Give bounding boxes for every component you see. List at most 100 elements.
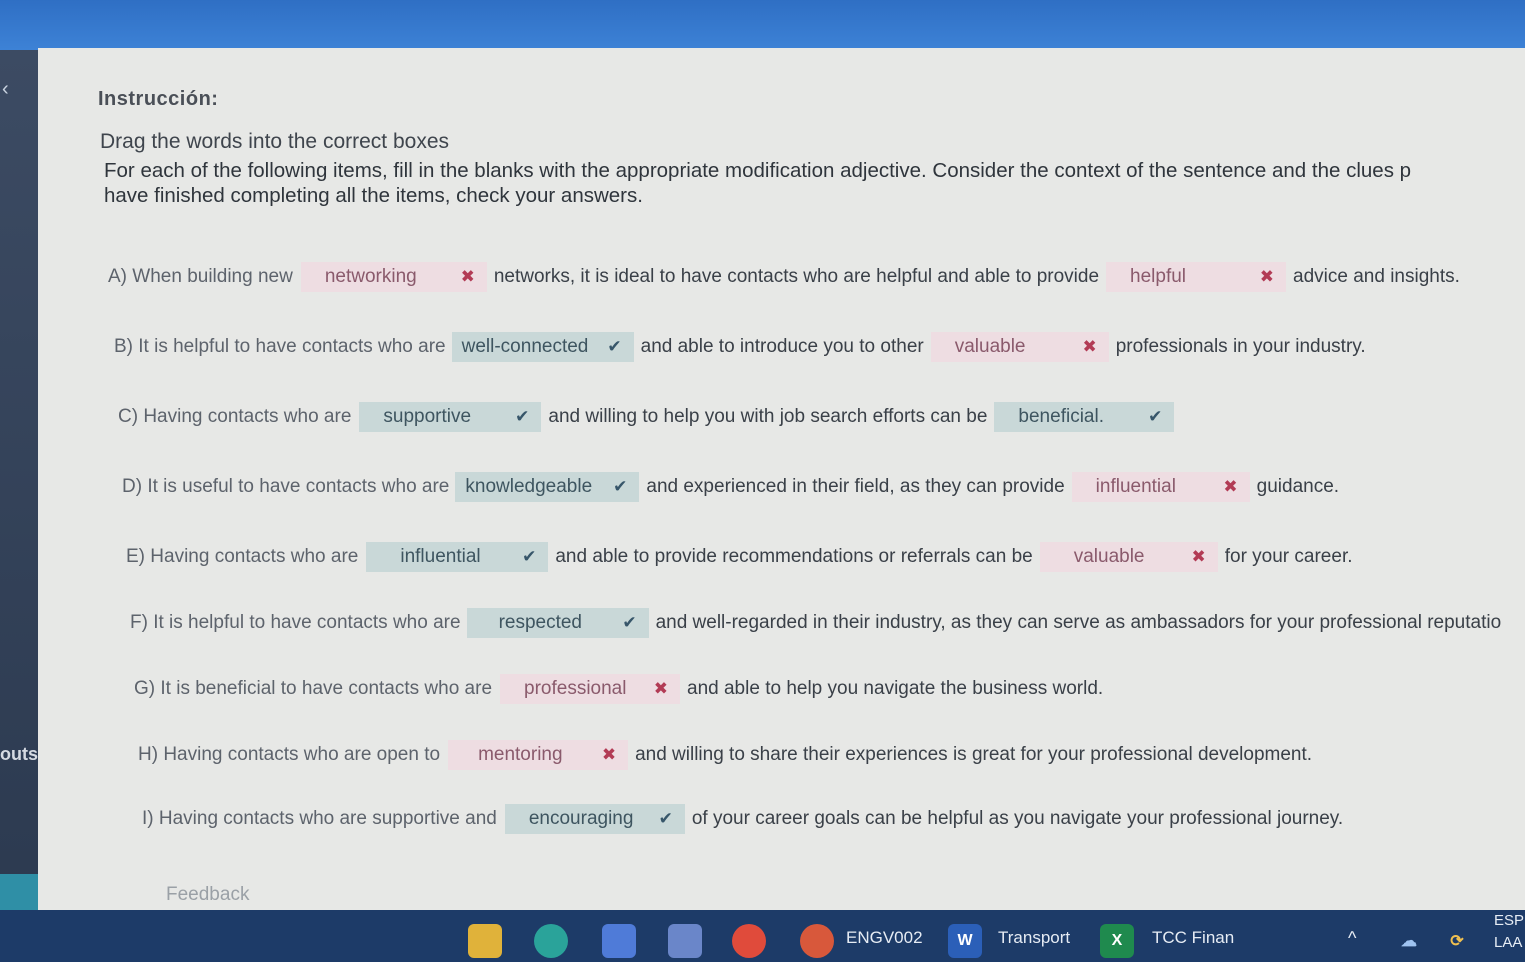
taskbar-app-engv002[interactable]: ENGV002 (846, 928, 923, 948)
item-tail-text: advice and insights. (1293, 266, 1460, 287)
word-icon[interactable]: W (948, 924, 982, 958)
sync-icon[interactable]: ⟳ (1440, 924, 1474, 958)
checkmark-icon: ✔ (1148, 407, 1163, 426)
drop-box-item-h-1[interactable]: mentoring ✖ (448, 740, 629, 770)
answer-word[interactable]: helpful (1130, 266, 1186, 288)
x-mark-icon: ✖ (1259, 267, 1275, 286)
item-e: E) Having contacts who are influential ✔… (126, 542, 1360, 572)
item-mid-text: and able to introduce you to other (640, 336, 924, 357)
x-mark-icon: ✖ (1082, 337, 1097, 356)
item-lead-text: A) When building new (108, 266, 293, 287)
keyboard-layout[interactable]: LAA (1494, 934, 1522, 951)
taskbar-app-tcc-finan[interactable]: TCC Finan (1152, 928, 1234, 948)
item-f: F) It is helpful to have contacts who ar… (130, 608, 1508, 638)
drop-box-item-b-1[interactable]: well-connected ✔ (451, 332, 634, 362)
item-b: B) It is helpful to have contacts who ar… (114, 332, 1373, 362)
answer-word[interactable]: influential (400, 546, 480, 568)
drop-box-item-e-1[interactable]: influential ✔ (366, 542, 549, 572)
sidebar-outs-label: outs (0, 744, 38, 764)
drop-box-item-a-2[interactable]: helpful ✖ (1106, 262, 1287, 292)
answer-word[interactable]: beneficial. (1018, 406, 1104, 428)
answer-word[interactable]: well-connected (462, 336, 589, 358)
answer-word[interactable]: mentoring (478, 744, 563, 766)
drop-box-item-b-2[interactable]: valuable ✖ (930, 332, 1109, 362)
answer-word[interactable]: valuable (1074, 546, 1145, 568)
x-mark-icon: ✖ (601, 745, 617, 764)
edge-browser-icon[interactable] (534, 924, 568, 958)
item-d: D) It is useful to have contacts who are… (122, 472, 1346, 502)
teams-icon[interactable] (602, 924, 636, 958)
item-c: C) Having contacts who are supportive ✔ … (118, 402, 1175, 432)
item-mid-text: and willing to share their experiences i… (635, 744, 1313, 765)
item-lead-text: C) Having contacts who are (118, 406, 352, 427)
answer-word[interactable]: networking (325, 266, 417, 288)
checkmark-icon: ✔ (658, 809, 673, 828)
item-mid-text: and well-regarded in their industry, as … (655, 612, 1502, 633)
checkmark-icon: ✔ (622, 613, 637, 632)
drop-box-item-f-1[interactable]: respected ✔ (466, 608, 649, 638)
drop-box-item-d-1[interactable]: knowledgeable ✔ (455, 472, 640, 502)
item-lead-text: D) It is useful to have contacts who are (122, 476, 450, 497)
item-tail-text: professionals in your industry. (1115, 336, 1366, 357)
checkmark-icon: ✔ (522, 547, 537, 566)
item-mid-text: and able to provide recommendations or r… (555, 546, 1033, 567)
item-a: A) When building new networking ✖ networ… (108, 262, 1467, 292)
x-mark-icon: ✖ (653, 679, 669, 698)
instruction-heading: Instrucción: (98, 88, 219, 110)
file-explorer-icon[interactable] (468, 924, 502, 958)
item-lead-text: H) Having contacts who are open to (138, 744, 441, 765)
back-arrow-icon[interactable]: ‹ (2, 78, 9, 101)
chrome-profile-icon[interactable] (800, 924, 834, 958)
item-mid-text: and able to help you navigate the busine… (687, 678, 1104, 699)
feedback-label: Feedback (166, 884, 250, 905)
item-tail-text: for your career. (1224, 546, 1353, 567)
drop-box-item-i-1[interactable]: encouraging ✔ (504, 804, 685, 834)
language-code[interactable]: ESP (1494, 912, 1524, 929)
item-g: G) It is beneficial to have contacts who… (134, 674, 1110, 704)
item-mid-text: and experienced in their field, as they … (646, 476, 1065, 497)
answer-word[interactable]: valuable (955, 336, 1026, 358)
item-mid-text: of your career goals can be helpful as y… (691, 808, 1344, 829)
onedrive-icon[interactable]: ☁ (1392, 924, 1426, 958)
x-mark-icon: ✖ (460, 267, 475, 286)
taskbar-app-transport[interactable]: Transport (998, 928, 1070, 948)
chrome-icon[interactable] (732, 924, 766, 958)
drop-box-item-a-1[interactable]: networking ✖ (300, 262, 487, 292)
browser-top-bar (0, 0, 1525, 50)
answer-word[interactable]: influential (1096, 476, 1176, 498)
drop-box-item-e-2[interactable]: valuable ✖ (1039, 542, 1218, 572)
answer-word[interactable]: supportive (383, 406, 471, 428)
x-mark-icon: ✖ (1191, 547, 1206, 566)
answer-word[interactable]: professional (524, 678, 626, 700)
item-lead-text: I) Having contacts who are supportive an… (142, 808, 497, 829)
drop-box-item-c-2[interactable]: beneficial. ✔ (994, 402, 1175, 432)
checkmark-icon: ✔ (607, 337, 622, 356)
item-lead-text: G) It is beneficial to have contacts who… (134, 678, 493, 699)
item-tail-text: guidance. (1256, 476, 1340, 497)
answer-word[interactable]: knowledgeable (465, 476, 592, 498)
item-mid-text: and willing to help you with job search … (548, 406, 988, 427)
excel-icon[interactable]: X (1100, 924, 1134, 958)
item-lead-text: F) It is helpful to have contacts who ar… (130, 612, 461, 633)
drop-box-item-d-2[interactable]: influential ✖ (1071, 472, 1250, 502)
drop-box-item-g-1[interactable]: professional ✖ (500, 674, 681, 704)
answer-word[interactable]: respected (499, 612, 582, 634)
item-lead-text: E) Having contacts who are (126, 546, 359, 567)
checkmark-icon: ✔ (613, 477, 628, 496)
photos-icon[interactable] (668, 924, 702, 958)
x-mark-icon: ✖ (1223, 477, 1238, 496)
checkmark-icon: ✔ (515, 407, 530, 426)
item-lead-text: B) It is helpful to have contacts who ar… (114, 336, 446, 357)
chevron-up-icon[interactable]: ^ (1348, 928, 1356, 949)
drop-box-item-c-1[interactable]: supportive ✔ (359, 402, 542, 432)
instruction-line-2: have finished completing all the items, … (104, 184, 643, 207)
instruction-paragraph: For each of the following items, fill in… (104, 158, 1525, 208)
activity-panel: Instrucción: Drag the words into the cor… (38, 48, 1525, 928)
item-i: I) Having contacts who are supportive an… (142, 804, 1350, 834)
answer-word[interactable]: encouraging (529, 808, 634, 830)
item-h: H) Having contacts who are open to mento… (138, 740, 1319, 770)
instruction-subtitle: Drag the words into the correct boxes (100, 130, 450, 153)
item-mid-text: networks, it is ideal to have contacts w… (493, 266, 1100, 287)
windows-taskbar: ENGV002 W Transport X TCC Finan ^ ☁ ⟳ ES… (0, 910, 1525, 962)
instruction-line-1: For each of the following items, fill in… (104, 159, 1412, 182)
